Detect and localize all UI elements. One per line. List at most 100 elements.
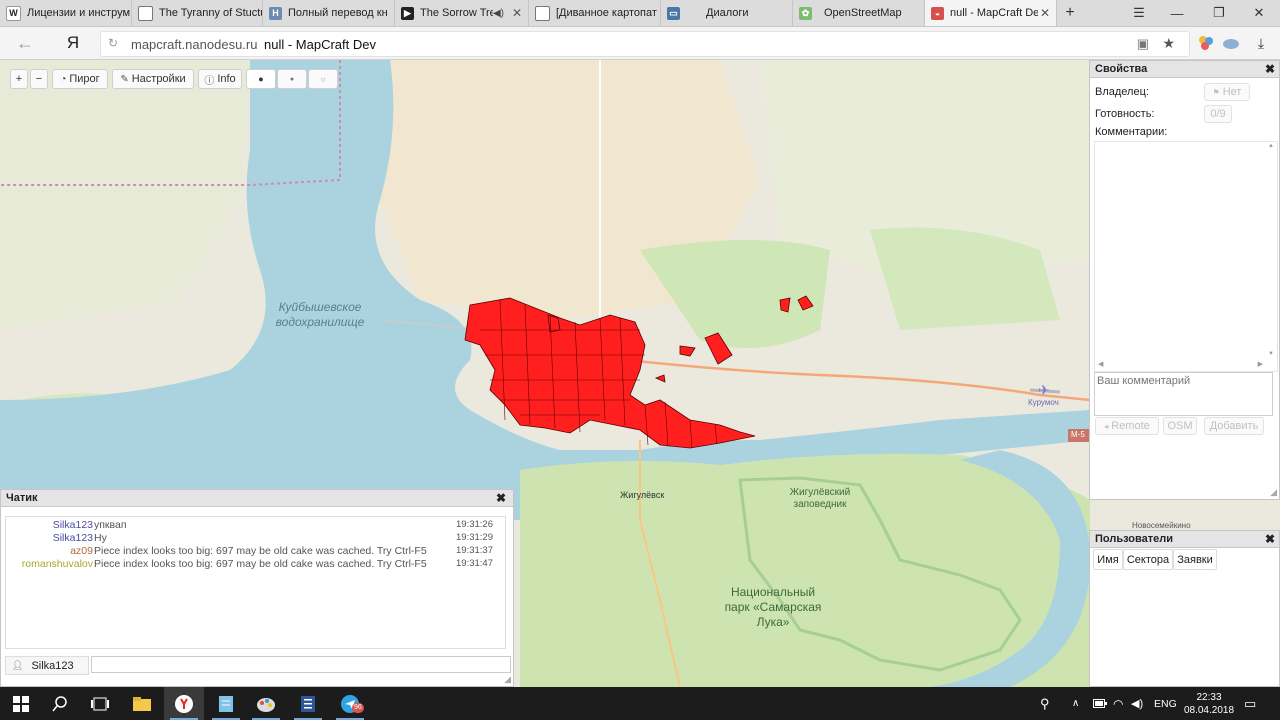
yandex-logo[interactable]: Я bbox=[58, 27, 88, 59]
chat-user-badge[interactable]: 👤︎ Silka123 bbox=[5, 656, 89, 675]
file-explorer-icon[interactable] bbox=[122, 687, 162, 720]
tab-translation[interactable]: H Полный перевод кн bbox=[263, 0, 395, 26]
tab-openstreetmap[interactable]: ✿ OpenStreetMap bbox=[793, 0, 925, 26]
chat-log[interactable]: Silka123 упквап 19:31:26 Silka123 Ну 19:… bbox=[5, 516, 506, 649]
people-icon[interactable]: ⚲ bbox=[1040, 687, 1050, 720]
cloud-icon[interactable] bbox=[1220, 27, 1242, 59]
notifications-icon[interactable]: ▭ bbox=[1244, 687, 1256, 720]
bookmark-star-icon[interactable]: ★ bbox=[1162, 35, 1175, 52]
owner-button[interactable]: ⚑ Нет bbox=[1204, 83, 1250, 101]
close-icon[interactable]: ✖ bbox=[496, 490, 506, 506]
reload-icon[interactable]: ↻ bbox=[108, 36, 118, 50]
download-icon[interactable]: ⤓ bbox=[1250, 27, 1272, 59]
osm-button[interactable]: OSM bbox=[1163, 417, 1197, 435]
brush-large-button[interactable]: ● bbox=[246, 69, 276, 89]
tab-licenses[interactable]: W Лицензии и инструм bbox=[0, 0, 132, 26]
chat-input[interactable] bbox=[91, 656, 511, 673]
url-field[interactable]: ↻ mapcraft.nanodesu.ru null - MapCraft D… bbox=[100, 31, 1190, 57]
notepad-icon[interactable] bbox=[206, 687, 246, 720]
tray-expand-icon[interactable]: ∧ bbox=[1072, 687, 1079, 720]
tab-sorrow-tree[interactable]: ▶ The Sorrow Tre ◀) ✕ bbox=[395, 0, 529, 26]
remote-button[interactable]: ◂ Remote bbox=[1095, 417, 1159, 435]
readiness-value[interactable]: 0/9 bbox=[1204, 105, 1232, 123]
telegram-icon[interactable]: 96 bbox=[330, 687, 370, 720]
tab-mapcraft[interactable]: ◒ null - MapCraft De ✕ bbox=[925, 0, 1057, 26]
chat-nick[interactable]: romanshuvalov bbox=[22, 558, 93, 570]
chat-nick[interactable]: az09 bbox=[70, 545, 93, 557]
tab-tyranny[interactable]: The Tyranny of Stuctu bbox=[132, 0, 263, 26]
chat-panel: Чатик ✖ Silka123 упквап 19:31:26 Silka12… bbox=[0, 489, 514, 687]
users-tab-requests[interactable]: Заявки bbox=[1173, 549, 1217, 570]
reserve-label-line2: заповедник bbox=[793, 499, 847, 510]
resize-handle-icon[interactable]: ◢ bbox=[1270, 487, 1277, 498]
close-window-icon[interactable]: ✕ bbox=[1240, 0, 1278, 26]
tab-title: null - MapCraft De bbox=[950, 7, 1038, 19]
close-icon[interactable]: ✖ bbox=[1265, 61, 1275, 77]
url-text: mapcraft.nanodesu.ru bbox=[131, 37, 258, 52]
reservoir-label-line1: Куйбышевское bbox=[278, 300, 362, 314]
zoom-out-button[interactable]: − bbox=[30, 69, 48, 89]
tab-divan[interactable]: [Диванное картопат bbox=[529, 0, 661, 26]
comment-input[interactable] bbox=[1094, 372, 1273, 416]
menu-icon[interactable]: ☰ bbox=[1120, 0, 1158, 26]
users-tab-name[interactable]: Имя bbox=[1093, 549, 1123, 570]
brush-medium-button[interactable]: ● bbox=[277, 69, 307, 89]
minimize-icon[interactable]: — bbox=[1158, 0, 1196, 26]
comments-horizontal-scrollbar[interactable]: ◀ ▶ bbox=[1095, 359, 1265, 371]
national-park-label: Национальный парк «Самарская Лука» bbox=[713, 585, 833, 630]
kurumoch-label: Курумоч bbox=[1028, 398, 1059, 407]
paint-icon[interactable] bbox=[246, 687, 286, 720]
close-tab-icon[interactable]: ✕ bbox=[510, 6, 524, 20]
task-view-icon[interactable] bbox=[80, 687, 120, 720]
users-title: Пользователи bbox=[1095, 533, 1174, 545]
tab-title: Лицензии и инструм bbox=[27, 7, 131, 19]
close-tab-icon[interactable]: ✕ bbox=[1038, 6, 1052, 20]
tab-dialogs[interactable]: ▭ Диалоги bbox=[661, 0, 793, 26]
audio-icon[interactable]: ◀) bbox=[493, 8, 504, 19]
reader-mode-icon[interactable]: ▣ bbox=[1137, 36, 1149, 52]
chat-text: Piece index looks too big: 697 may be ol… bbox=[94, 558, 427, 570]
volume-icon[interactable]: ◀) bbox=[1131, 687, 1143, 720]
scroll-down-icon[interactable]: ▼ bbox=[1268, 351, 1274, 357]
scroll-left-icon[interactable]: ◀ bbox=[1098, 360, 1103, 368]
browser-tab-strip: W Лицензии и инструм The Tyranny of Stuc… bbox=[0, 0, 1280, 27]
owner-button-label: Нет bbox=[1222, 86, 1242, 98]
search-icon[interactable] bbox=[40, 687, 80, 720]
tab-title: OpenStreetMap bbox=[824, 7, 902, 19]
extension-icon[interactable] bbox=[1195, 27, 1217, 59]
users-tab-sectors[interactable]: Сектора bbox=[1123, 549, 1173, 570]
scroll-up-icon[interactable]: ▲ bbox=[1268, 143, 1274, 149]
tab-title: The Tyranny of Stuctu bbox=[159, 7, 262, 19]
page-title: null - MapCraft Dev bbox=[264, 37, 376, 52]
comments-list[interactable]: ▲ ▼ ◀ ▶ bbox=[1094, 141, 1278, 372]
resize-handle-icon[interactable]: ◢ bbox=[504, 674, 511, 685]
chat-text: упквап bbox=[94, 519, 127, 531]
brush-small-button[interactable]: ○ bbox=[308, 69, 338, 89]
info-button[interactable]: ⓘ Info bbox=[198, 69, 242, 89]
park-label-line2: парк «Самарская bbox=[724, 600, 822, 614]
pie-button[interactable]: ◔ Пирог bbox=[52, 69, 108, 89]
new-tab-button[interactable]: + bbox=[1057, 0, 1083, 26]
close-icon[interactable]: ✖ bbox=[1265, 531, 1275, 547]
clock[interactable]: 22:33 08.04.2018 bbox=[1184, 687, 1234, 720]
back-arrow-icon[interactable]: ← bbox=[10, 27, 40, 59]
wifi-icon[interactable]: ◠ bbox=[1113, 687, 1123, 720]
yandex-browser-icon[interactable] bbox=[164, 687, 204, 720]
comments-vertical-scrollbar[interactable]: ▲ ▼ bbox=[1267, 142, 1277, 357]
language-indicator[interactable]: ENG bbox=[1154, 687, 1177, 720]
windows-start-icon[interactable] bbox=[0, 687, 42, 720]
chat-time: 19:31:29 bbox=[456, 532, 493, 543]
battery-icon[interactable] bbox=[1093, 687, 1107, 720]
chat-nick[interactable]: Silka123 bbox=[53, 519, 93, 531]
chat-message: romanshuvalov Piece index looks too big:… bbox=[6, 558, 503, 571]
scroll-right-icon[interactable]: ▶ bbox=[1258, 360, 1263, 368]
word-document-icon[interactable] bbox=[288, 687, 328, 720]
wrench-icon: ✎ bbox=[120, 73, 129, 85]
chat-time: 19:31:37 bbox=[456, 545, 493, 556]
user-icon: 👤︎ bbox=[12, 660, 24, 670]
settings-button[interactable]: ✎ Настройки bbox=[112, 69, 194, 89]
restore-icon[interactable]: ❐ bbox=[1200, 0, 1238, 26]
chat-nick[interactable]: Silka123 bbox=[53, 532, 93, 544]
zoom-in-button[interactable]: + bbox=[10, 69, 28, 89]
add-button[interactable]: Добавить bbox=[1204, 417, 1264, 435]
